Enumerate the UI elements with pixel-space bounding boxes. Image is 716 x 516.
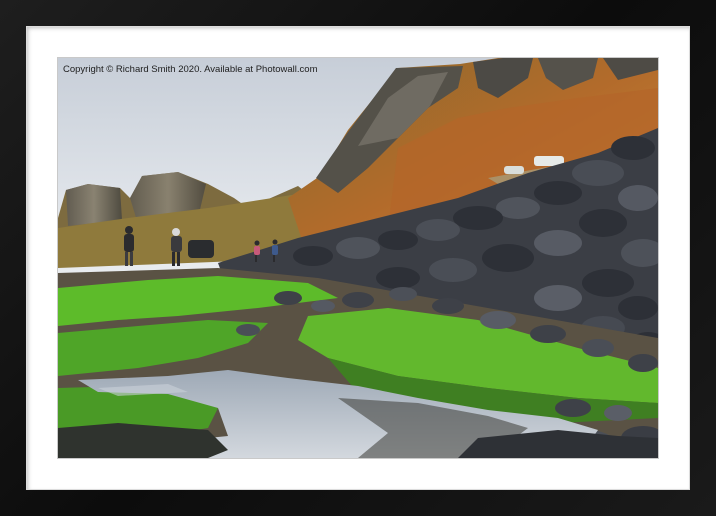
copyright-watermark: Copyright © Richard Smith 2020. Availabl… [63,64,318,75]
landscape-photo: Copyright © Richard Smith 2020. Availabl… [58,58,658,458]
car [504,166,524,174]
photo-scene [58,58,658,458]
